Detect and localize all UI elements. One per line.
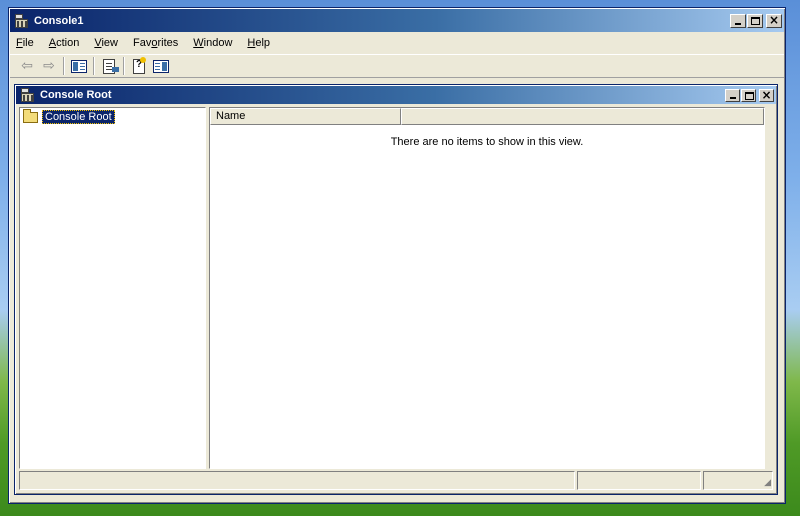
forward-button[interactable]: ⇨ <box>38 56 60 76</box>
toolbar-separator <box>63 57 65 75</box>
child-window-title: Console Root <box>40 89 112 101</box>
folder-icon <box>23 108 38 123</box>
resize-grip-icon[interactable]: ◢ <box>764 479 771 488</box>
status-bar: ◢ <box>19 471 773 491</box>
status-panel-3: ◢ <box>703 471 773 490</box>
child-minimize-button[interactable] <box>725 88 740 102</box>
show-hide-console-tree-icon <box>71 59 87 73</box>
export-list-icon <box>103 58 119 74</box>
menu-favorites[interactable]: Favorites <box>133 37 178 49</box>
maximize-button[interactable] <box>747 13 763 28</box>
show-hide-action-pane-icon <box>153 59 169 73</box>
help-icon: ? <box>133 56 146 74</box>
console-root-icon[interactable] <box>20 87 36 103</box>
menu-help[interactable]: Help <box>247 37 270 49</box>
child-close-button[interactable]: × <box>759 87 774 102</box>
mmc-app-icon[interactable] <box>14 13 30 29</box>
status-panel-main <box>19 471 575 490</box>
help-button[interactable]: ? <box>128 56 150 76</box>
maximize-icon <box>751 16 760 25</box>
menu-view[interactable]: View <box>94 37 118 49</box>
back-button[interactable]: ⇦ <box>16 56 38 76</box>
show-hide-console-tree-button[interactable] <box>68 56 90 76</box>
empty-list-message: There are no items to show in this view. <box>390 136 584 148</box>
close-icon: × <box>761 87 772 102</box>
child-title-bar[interactable]: Console Root × <box>16 86 776 104</box>
toolbar-separator <box>123 57 125 75</box>
column-header-name[interactable]: Name <box>210 108 401 125</box>
menu-action[interactable]: Action <box>49 37 80 49</box>
tree-item-label: Console Root <box>42 110 115 124</box>
toolbar-separator <box>93 57 95 75</box>
minimize-icon <box>735 22 741 25</box>
minimize-icon <box>730 96 736 99</box>
minimize-button[interactable] <box>730 13 746 28</box>
child-maximize-button[interactable] <box>741 88 756 102</box>
window-title: Console1 <box>34 14 84 27</box>
menu-bar: File Action View Favorites Window Help <box>10 33 784 53</box>
maximize-icon <box>745 91 754 100</box>
column-header-filler <box>401 108 764 125</box>
close-icon: × <box>768 12 780 27</box>
export-list-button[interactable] <box>98 56 120 76</box>
tree-item-console-root[interactable]: Console Root <box>23 108 115 124</box>
details-list-pane[interactable]: Name There are no items to show in this … <box>209 107 765 469</box>
close-button[interactable]: × <box>766 12 782 28</box>
status-panel-2 <box>577 471 701 490</box>
show-hide-action-pane-button[interactable] <box>150 56 172 76</box>
console-tree-pane[interactable]: Console Root <box>19 107 206 469</box>
standard-toolbar: ⇦ ⇨ ? <box>10 54 784 78</box>
forward-arrow-icon: ⇨ <box>43 58 55 74</box>
list-header: Name <box>210 108 764 125</box>
menu-window[interactable]: Window <box>193 37 232 49</box>
back-arrow-icon: ⇦ <box>21 58 33 74</box>
console-root-window: Console Root × Console Root Name There a… <box>14 84 778 495</box>
main-title-bar[interactable]: Console1 × <box>10 9 784 32</box>
menu-file[interactable]: File <box>16 37 34 49</box>
mmc-console-window: Console1 × File Action View Favorites Wi… <box>8 7 786 504</box>
